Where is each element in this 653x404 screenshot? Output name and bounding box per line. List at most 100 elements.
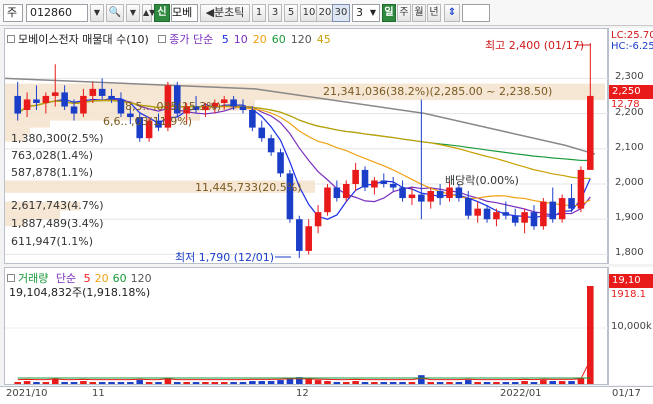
candle-body bbox=[305, 226, 312, 251]
extra-input[interactable] bbox=[462, 4, 490, 22]
unit-button-0[interactable]: 일 bbox=[382, 4, 396, 22]
candle-body bbox=[61, 92, 68, 107]
volume-bar bbox=[61, 382, 68, 384]
period-button-30[interactable]: 30 bbox=[332, 4, 350, 22]
volume-bar bbox=[568, 381, 575, 384]
code-dropdown-button[interactable]: ▼ bbox=[90, 4, 104, 22]
volume-bar bbox=[399, 382, 406, 384]
candle-body bbox=[361, 169, 369, 188]
volume-bar bbox=[540, 380, 547, 384]
high-price-label: 최고 2,400 (01/17) bbox=[485, 39, 584, 52]
spin-arrows-icon[interactable]: ▲▼ bbox=[142, 4, 155, 22]
volume-bar bbox=[314, 380, 322, 384]
candle-body bbox=[521, 212, 528, 223]
candle-body bbox=[33, 99, 40, 103]
candle-body bbox=[408, 194, 416, 199]
toolbar: 주 012860 ▼ 🔍 ▼ ▲▼ 신 모베 ◀분초틱 1 3 5 10 20 30 3 ▼… bbox=[0, 0, 653, 26]
volume-bar bbox=[267, 381, 275, 384]
x-label-2022-01: 2022/01 bbox=[500, 388, 542, 399]
volume-bar bbox=[211, 382, 219, 384]
count-select[interactable]: 3 ▼ bbox=[352, 4, 380, 22]
price-chart-canvas[interactable]: 21,341,036(38.2%)(2,285.00 ~ 2,238.50) 8,… bbox=[4, 29, 609, 265]
x-label-11: 11 bbox=[92, 388, 105, 399]
volume-profile-label: 763,028(1.4%) bbox=[11, 149, 93, 162]
volume-bar bbox=[530, 382, 538, 384]
period-unit-button[interactable]: ◀분초틱 bbox=[200, 4, 250, 22]
price-panel-title: 모베이스전자 매물대 수(10) bbox=[18, 33, 149, 46]
volume-bar bbox=[558, 381, 566, 384]
volume-bar bbox=[249, 381, 256, 384]
volume-bar bbox=[483, 382, 491, 384]
volume-bar bbox=[258, 381, 266, 384]
volume-profile-bar bbox=[5, 120, 50, 128]
candle-body bbox=[464, 198, 472, 216]
candle-body bbox=[530, 212, 538, 227]
volume-bar bbox=[352, 381, 359, 384]
stock-name-field[interactable]: 모베 bbox=[171, 4, 198, 22]
volume-bar bbox=[371, 382, 378, 384]
ma-checkbox[interactable] bbox=[158, 35, 167, 43]
volume-bar bbox=[521, 381, 528, 384]
candle-body bbox=[577, 169, 585, 209]
volume-profile-label: 2,617,743(4.7%) bbox=[11, 199, 104, 212]
volume-bar bbox=[33, 382, 40, 384]
unit-button-2[interactable]: 월 bbox=[412, 4, 426, 22]
volume-bar bbox=[418, 375, 425, 384]
unit-button-1[interactable]: 주 bbox=[397, 4, 411, 22]
volume-profile-label: 1,380,300(2.5%) bbox=[11, 132, 104, 145]
candle-body bbox=[267, 138, 275, 153]
period-button-5[interactable]: 5 bbox=[284, 4, 298, 22]
volume-profile-label: 611,947(1.1%) bbox=[11, 235, 93, 248]
ma-period-10: 10 bbox=[233, 33, 248, 46]
ma-period-20: 20 bbox=[252, 33, 267, 46]
updown-toggle-icon[interactable]: ⇕ bbox=[444, 4, 460, 22]
volume-profile-label: 587,878(1.1%) bbox=[11, 166, 93, 179]
stock-name-value: 모베 bbox=[172, 6, 193, 19]
volume-bar bbox=[202, 382, 209, 384]
volume-bar bbox=[98, 382, 106, 384]
candle-body bbox=[80, 95, 87, 114]
limit-up-label: LC:25.70 bbox=[611, 30, 653, 41]
volume-badge: 19,10 bbox=[609, 274, 653, 288]
candle-body bbox=[42, 95, 50, 103]
price-chart-panel[interactable]: 21,341,036(38.2%)(2,285.00 ~ 2,238.50) 8,… bbox=[4, 28, 609, 265]
volume-chart-panel[interactable]: 거래량 단순 5 20 60 120 19,104,832주(1,918.18%) bbox=[4, 267, 609, 385]
search-icon[interactable]: 🔍 bbox=[106, 4, 124, 22]
volume-checkbox[interactable] bbox=[7, 274, 15, 282]
volume-profile-label: 6,6.. ,03(11.9%) bbox=[103, 115, 192, 128]
stock-code-input[interactable]: 012860 bbox=[26, 4, 88, 22]
volume-bar bbox=[427, 382, 435, 384]
volume-bar bbox=[464, 380, 472, 384]
candle-body bbox=[230, 99, 237, 107]
volume-bar bbox=[51, 379, 59, 384]
candle-body bbox=[51, 92, 59, 96]
volume-bar bbox=[108, 382, 115, 384]
candle-body bbox=[324, 187, 331, 213]
price-marker-label: 12,78 bbox=[611, 99, 640, 110]
candle-body bbox=[89, 88, 97, 96]
panel-checkbox[interactable] bbox=[7, 35, 15, 43]
market-select[interactable]: 주 bbox=[3, 4, 23, 22]
volume-bar bbox=[80, 381, 87, 384]
ma-label: 종가 단순 bbox=[169, 33, 214, 46]
volume-bar bbox=[23, 381, 31, 384]
candle-body bbox=[277, 152, 284, 174]
stock-dropdown-button[interactable]: ▼ bbox=[126, 4, 140, 22]
period-button-1[interactable]: 1 bbox=[252, 4, 266, 22]
volume-bar bbox=[342, 382, 350, 384]
candle-body bbox=[342, 183, 350, 199]
scope-button[interactable]: 신 bbox=[154, 4, 170, 22]
candle-body bbox=[455, 187, 463, 199]
candle-body bbox=[98, 88, 106, 96]
volume-bar bbox=[324, 381, 331, 384]
candle-body bbox=[493, 212, 500, 220]
candle-body bbox=[14, 95, 21, 114]
period-button-3[interactable]: 3 bbox=[268, 4, 282, 22]
unit-button-3[interactable]: 년 bbox=[427, 4, 441, 22]
candle-body bbox=[333, 187, 341, 199]
candle-body bbox=[587, 95, 594, 170]
candle-body bbox=[314, 212, 322, 227]
candle-body bbox=[117, 99, 125, 114]
price-tick: 2,100 bbox=[615, 141, 644, 153]
candle-body bbox=[108, 95, 115, 100]
